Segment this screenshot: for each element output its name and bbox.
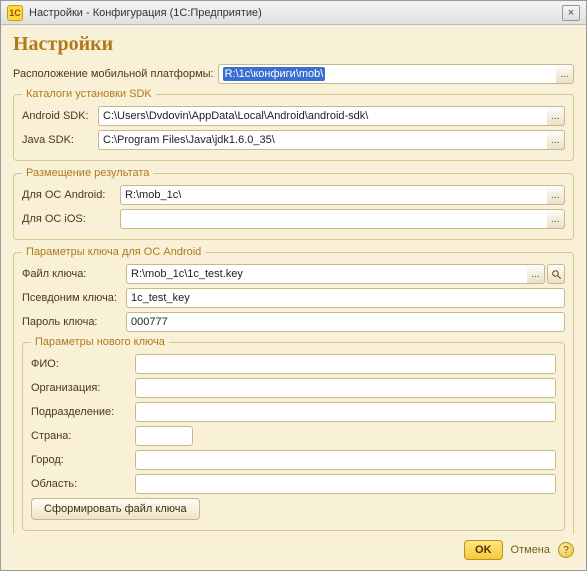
footer: OK Отмена ? [1, 534, 586, 570]
window-title: Настройки - Конфигурация (1С:Предприятие… [29, 7, 562, 19]
dept-input[interactable] [135, 402, 556, 422]
result-group: Размещение результата Для ОС Android: R:… [13, 167, 574, 240]
new-key-legend: Параметры нового ключа [31, 336, 169, 348]
titlebar[interactable]: 1C Настройки - Конфигурация (1С:Предприя… [1, 1, 586, 25]
result-android-label: Для ОС Android: [22, 189, 120, 201]
key-alias-input[interactable]: 1c_test_key [126, 288, 565, 308]
country-label: Страна: [31, 430, 135, 442]
key-pwd-label: Пароль ключа: [22, 316, 126, 328]
cancel-button[interactable]: Отмена [511, 544, 550, 556]
result-ios-browse-button[interactable]: ... [547, 209, 565, 229]
search-icon [551, 269, 562, 280]
result-ios-label: Для ОС iOS: [22, 213, 120, 225]
fio-input[interactable] [135, 354, 556, 374]
java-sdk-input[interactable]: C:\Program Files\Java\jdk1.6.0_35\ [98, 130, 547, 150]
close-icon[interactable]: × [562, 5, 580, 21]
org-label: Организация: [31, 382, 135, 394]
key-group: Параметры ключа для ОС Android Файл ключ… [13, 246, 574, 534]
help-button[interactable]: ? [558, 542, 574, 558]
platform-path-browse-button[interactable]: ... [556, 64, 574, 84]
sdk-legend: Каталоги установки SDK [22, 88, 156, 100]
mobile-platform-row: Расположение мобильной платформы: R:\1с\… [13, 64, 574, 84]
result-android-browse-button[interactable]: ... [547, 185, 565, 205]
platform-path-input[interactable]: R:\1с\конфиги\mob\ [218, 64, 556, 84]
settings-window: 1C Настройки - Конфигурация (1С:Предприя… [0, 0, 587, 571]
sdk-group: Каталоги установки SDK Android SDK: C:\U… [13, 88, 574, 161]
android-sdk-browse-button[interactable]: ... [547, 106, 565, 126]
dept-label: Подразделение: [31, 406, 135, 418]
key-alias-label: Псевдоним ключа: [22, 292, 126, 304]
generate-key-button[interactable]: Сформировать файл ключа [31, 498, 200, 520]
result-ios-input[interactable] [120, 209, 547, 229]
android-sdk-label: Android SDK: [22, 110, 98, 122]
key-file-search-button[interactable] [547, 264, 565, 284]
result-android-input[interactable]: R:\mob_1c\ [120, 185, 547, 205]
org-input[interactable] [135, 378, 556, 398]
region-input[interactable] [135, 474, 556, 494]
key-pwd-input[interactable]: 000777 [126, 312, 565, 332]
help-icon: ? [563, 545, 569, 556]
key-legend: Параметры ключа для ОС Android [22, 246, 205, 258]
key-file-label: Файл ключа: [22, 268, 126, 280]
ok-button[interactable]: OK [464, 540, 503, 560]
page-title: Настройки [13, 33, 574, 56]
java-sdk-browse-button[interactable]: ... [547, 130, 565, 150]
country-input[interactable] [135, 426, 193, 446]
city-input[interactable] [135, 450, 556, 470]
android-sdk-input[interactable]: C:\Users\Dvdovin\AppData\Local\Android\a… [98, 106, 547, 126]
new-key-group: Параметры нового ключа ФИО: Организация:… [22, 336, 565, 531]
java-sdk-label: Java SDK: [22, 134, 98, 146]
city-label: Город: [31, 454, 135, 466]
fio-label: ФИО: [31, 358, 135, 370]
result-legend: Размещение результата [22, 167, 153, 179]
key-file-input[interactable]: R:\mob_1c\1c_test.key [126, 264, 527, 284]
app-icon: 1C [7, 5, 23, 21]
content-area: Настройки Расположение мобильной платфор… [1, 25, 586, 534]
platform-path-label: Расположение мобильной платформы: [13, 68, 218, 80]
key-file-browse-button[interactable]: ... [527, 264, 545, 284]
region-label: Область: [31, 478, 135, 490]
